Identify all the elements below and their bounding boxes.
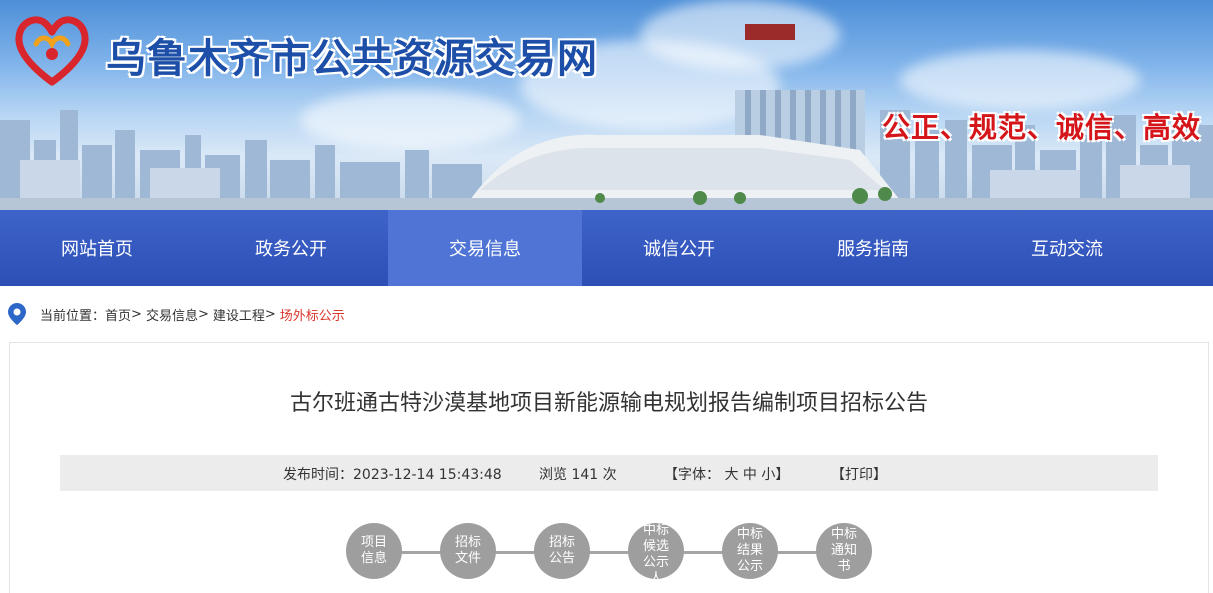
font-size-controls: 【字体： 大 中 小】 (664, 464, 789, 484)
nav-item-trade-info[interactable]: 交易信息 (388, 210, 582, 286)
breadcrumb-home[interactable]: 首页 (105, 305, 131, 324)
nav-item-interaction[interactable]: 互动交流 (970, 210, 1164, 286)
article-meta-bar: 发布时间：2023-12-14 15:43:48 浏览 141 次 【字体： 大… (60, 455, 1158, 491)
breadcrumb-prefix: 当前位置： (40, 308, 106, 324)
step-award-notice[interactable]: 中标通知书 (816, 523, 872, 579)
site-slogan: 公正、规范、诚信、高效 (881, 111, 1201, 144)
font-size-small-button[interactable]: 小 (761, 467, 775, 483)
header-banner: 乌鲁木齐市公共资源交易网 公正、规范、诚信、高效 (0, 0, 1213, 210)
print-button[interactable]: 【打印】 (831, 464, 887, 484)
view-count-unit: 次 (602, 467, 617, 483)
publish-time: 发布时间：2023-12-14 15:43:48 (283, 464, 502, 484)
heart-logo-icon (15, 16, 89, 86)
main-nav: 网站首页 政务公开 交易信息 诚信公开 服务指南 互动交流 (0, 210, 1213, 286)
breadcrumb-separator: > (197, 306, 209, 322)
step-award-result[interactable]: 中标结果公示 (722, 523, 778, 579)
cloud-decoration (640, 0, 840, 70)
breadcrumb-construction[interactable]: 建设工程 (213, 305, 265, 324)
nav-item-credit-disclosure[interactable]: 诚信公开 (582, 210, 776, 286)
breadcrumb-separator: > (131, 306, 142, 322)
nav-item-service-guide[interactable]: 服务指南 (776, 210, 970, 286)
site-title: 乌鲁木齐市公共资源交易网 (106, 36, 598, 82)
publish-time-value: 2023-12-14 15:43:48 (353, 467, 502, 483)
step-tender-documents[interactable]: 招标文件 (440, 523, 496, 579)
step-tender-notice[interactable]: 招标公告 (534, 523, 590, 579)
step-project-info[interactable]: 项目信息 (346, 523, 402, 579)
location-pin-icon (8, 303, 26, 325)
nav-item-home[interactable]: 网站首页 (0, 210, 194, 286)
building-sign (745, 24, 795, 40)
view-count: 浏览 141 次 (539, 464, 617, 484)
font-size-large-button[interactable]: 大 (724, 467, 738, 483)
breadcrumb-current[interactable]: 场外标公示 (280, 305, 345, 324)
font-size-label: 【字体： (664, 467, 720, 483)
article-panel: 古尔班通古特沙漠基地项目新能源输电规划报告编制项目招标公告 发布时间：2023-… (9, 342, 1209, 593)
breadcrumb-trade-info[interactable]: 交易信息 (146, 305, 198, 324)
view-count-label: 浏览 (539, 467, 567, 483)
font-size-close: 】 (775, 467, 790, 483)
font-size-medium-button[interactable]: 中 (743, 467, 757, 483)
nav-item-government-affairs[interactable]: 政务公开 (194, 210, 388, 286)
publish-time-label: 发布时间： (283, 467, 353, 483)
breadcrumb-separator: > (264, 306, 276, 322)
breadcrumb: 当前位置： 首页 > 交易信息 > 建设工程 > 场外标公示 (8, 302, 345, 326)
article-title: 古尔班通古特沙漠基地项目新能源输电规划报告编制项目招标公告 (289, 391, 928, 416)
procurement-steps: 项目信息 招标文件 招标公告 中标候选公示人 中标结果公示 中标通知书 (10, 523, 1208, 583)
step-candidate-publicity[interactable]: 中标候选公示人 (628, 523, 684, 579)
view-count-value: 141 (571, 467, 599, 483)
